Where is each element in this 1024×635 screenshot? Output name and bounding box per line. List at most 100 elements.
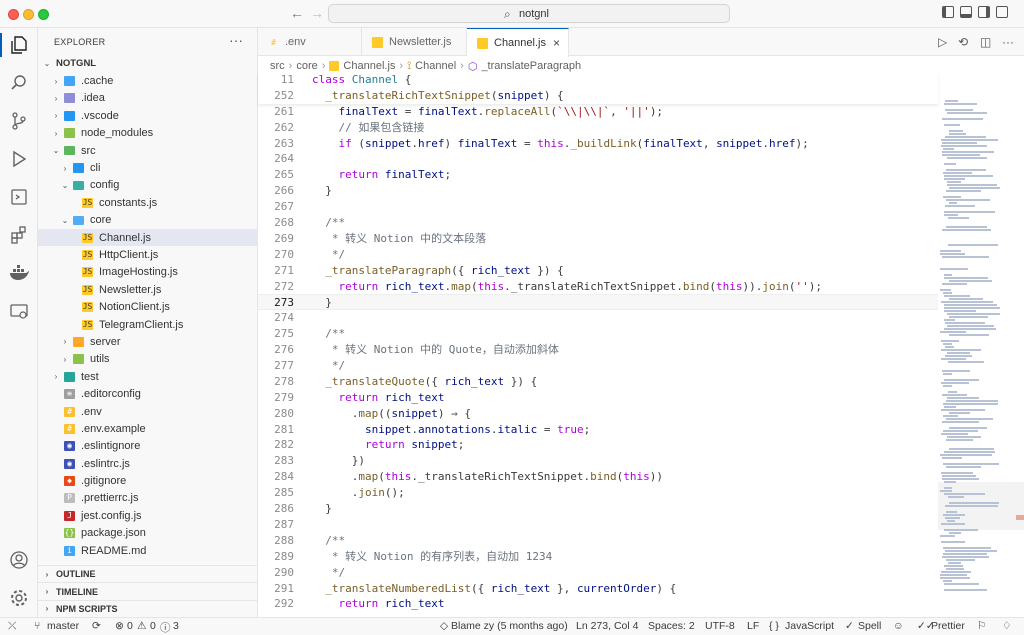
file-tree-item[interactable]: › server (38, 333, 258, 350)
explorer-icon[interactable] (7, 33, 31, 57)
code-line[interactable]: 273 } (258, 294, 938, 311)
file-tree-item[interactable]: # .env.example (38, 420, 258, 437)
run-debug-icon[interactable] (7, 147, 31, 171)
language-mode[interactable]: JavaScript (785, 620, 834, 632)
source-control-icon[interactable] (7, 109, 31, 133)
file-tree-item[interactable]: › utils (38, 351, 258, 368)
code-line[interactable]: 291 _translateNumberedList({ rich_text }… (258, 581, 938, 597)
notifications-bell-icon[interactable]: ♢ (1002, 620, 1011, 632)
code-line[interactable]: 270 */ (258, 247, 938, 263)
code-line[interactable]: 288 /** (258, 533, 938, 549)
manage-gear-icon[interactable] (7, 586, 31, 610)
code-line[interactable]: 275 /** (258, 326, 938, 342)
breadcrumb-item[interactable]: Channel.js (343, 60, 395, 72)
file-tree-item[interactable]: JS constants.js (38, 194, 258, 211)
code-line[interactable]: 279 return rich_text (258, 390, 938, 406)
file-tree-item[interactable]: ⌄ config (38, 177, 258, 194)
code-line[interactable]: 290 */ (258, 565, 938, 581)
file-tree-item[interactable]: › .vscode (38, 107, 258, 124)
more-actions-icon[interactable]: ··· (229, 32, 243, 48)
file-tree-item[interactable]: › node_modules (38, 125, 258, 142)
error-count[interactable]: 0 (127, 620, 133, 632)
code-line[interactable]: 252 _translateRichTextSnippet(snippet) { (258, 87, 938, 104)
back-arrow-icon[interactable]: ← (290, 5, 304, 21)
editor-tab[interactable]: # .env (258, 28, 362, 56)
code-editor[interactable]: 11 class Channel {252 _translateRichTextS… (258, 72, 938, 612)
spell-check[interactable]: Spell (858, 620, 881, 632)
code-line[interactable]: 287 (258, 517, 938, 533)
toggle-secondary-sidebar-icon[interactable] (978, 6, 990, 18)
code-line[interactable]: 268 /** (258, 215, 938, 231)
info-count[interactable]: 3 (173, 620, 179, 632)
docker-icon[interactable] (7, 261, 31, 285)
code-line[interactable]: 276 * 转义 Notion 中的 Quote，自动添加斜体 (258, 342, 938, 358)
sidebar-section[interactable]: › OUTLINE (38, 565, 258, 582)
encoding[interactable]: UTF-8 (705, 620, 735, 632)
code-line[interactable]: 282 return snippet; (258, 437, 938, 453)
maximize-window-button[interactable] (38, 9, 49, 20)
code-line[interactable]: 269 * 转义 Notion 中的文本段落 (258, 231, 938, 247)
workspace-root[interactable]: ⌄ NOTGNL (38, 55, 258, 72)
file-tree-item[interactable]: ≡ .editorconfig (38, 385, 258, 402)
file-tree-item[interactable]: i README.md (38, 542, 258, 559)
code-line[interactable]: 278 _translateQuote({ rich_text }) { (258, 374, 938, 390)
run-icon[interactable]: ▷ (938, 35, 947, 49)
code-line[interactable]: 274 (258, 310, 938, 326)
editor-tab[interactable]: Channel.js × (467, 28, 569, 57)
breadcrumb-item[interactable]: core (296, 60, 317, 72)
code-line[interactable]: 289 * 转义 Notion 的有序列表，自动加 1234 (258, 549, 938, 565)
file-tree-item[interactable]: # .env (38, 403, 258, 420)
code-line[interactable]: 272 return rich_text.map(this._translate… (258, 279, 938, 295)
file-tree-item[interactable]: {} package.json (38, 525, 258, 542)
minimize-window-button[interactable] (23, 9, 34, 20)
file-tree-item[interactable]: JS Channel.js (38, 228, 258, 247)
code-line[interactable]: 265 return finalText; (258, 167, 938, 183)
code-line[interactable]: 285 .join(); (258, 485, 938, 501)
breadcrumb-item[interactable]: src (270, 60, 285, 72)
code-line[interactable]: 11 class Channel { (258, 72, 938, 88)
customize-layout-icon[interactable] (996, 6, 1008, 18)
end-of-line[interactable]: LF (747, 620, 759, 632)
file-tree-item[interactable]: JS Newsletter.js (38, 281, 258, 298)
more-actions-icon[interactable]: ··· (1002, 35, 1014, 49)
command-center-search[interactable]: ⌕ notgnl (328, 4, 730, 23)
file-tree-item[interactable]: JS HttpClient.js (38, 246, 258, 263)
code-line[interactable]: 271 _translateParagraph({ rich_text }) { (258, 263, 938, 279)
timeline-history-icon[interactable]: ⟲ (958, 35, 968, 49)
split-editor-icon[interactable]: ◫ (980, 35, 991, 49)
git-blame[interactable]: Blame zy (5 months ago) (451, 620, 568, 632)
file-tree-item[interactable]: JS ImageHosting.js (38, 264, 258, 281)
code-line[interactable]: 277 */ (258, 358, 938, 374)
indentation[interactable]: Spaces: 2 (648, 620, 695, 632)
extensions-icon[interactable] (7, 223, 31, 247)
editor-tab[interactable]: Newsletter.js (362, 28, 467, 56)
file-tree-item[interactable]: JS TelegramClient.js (38, 316, 258, 333)
file-tree-item[interactable]: › .idea (38, 90, 258, 107)
close-icon[interactable]: × (553, 36, 560, 50)
breadcrumb-item[interactable]: _translateParagraph (481, 60, 581, 72)
code-line[interactable]: 284 .map(this._translateRichTextSnippet.… (258, 469, 938, 485)
code-line[interactable]: 264 (258, 151, 938, 167)
code-line[interactable]: 266 } (258, 183, 938, 199)
toggle-primary-sidebar-icon[interactable] (942, 6, 954, 18)
remote-window-icon[interactable] (7, 299, 31, 323)
search-icon[interactable] (7, 71, 31, 95)
minimap[interactable] (938, 72, 1024, 617)
file-tree-item[interactable]: ◉ .eslintignore (38, 438, 258, 455)
code-line[interactable]: 281 snippet.annotations.italic = true; (258, 422, 938, 438)
feedback-icon[interactable]: ⚐ (977, 620, 986, 632)
file-tree-item[interactable]: P .prettierrc.js (38, 490, 258, 507)
code-line[interactable]: 263 if (snippet.href) finalText = this._… (258, 136, 938, 152)
remote-explorer-icon[interactable] (7, 185, 31, 209)
close-window-button[interactable] (8, 9, 19, 20)
cursor-position[interactable]: Ln 273, Col 4 (576, 620, 638, 632)
file-tree-item[interactable]: ⌄ src (38, 142, 258, 159)
prettier-status[interactable]: Prettier (931, 620, 965, 632)
accounts-icon[interactable] (7, 548, 31, 572)
code-line[interactable]: 267 (258, 199, 938, 215)
branch-name[interactable]: master (47, 620, 79, 632)
sidebar-section[interactable]: › NPM SCRIPTS (38, 599, 258, 617)
file-tree-item[interactable]: ◉ .eslintrc.js (38, 455, 258, 472)
remote-icon[interactable]: ⤫ (8, 620, 16, 633)
file-tree-item[interactable]: ⌄ core (38, 212, 258, 229)
